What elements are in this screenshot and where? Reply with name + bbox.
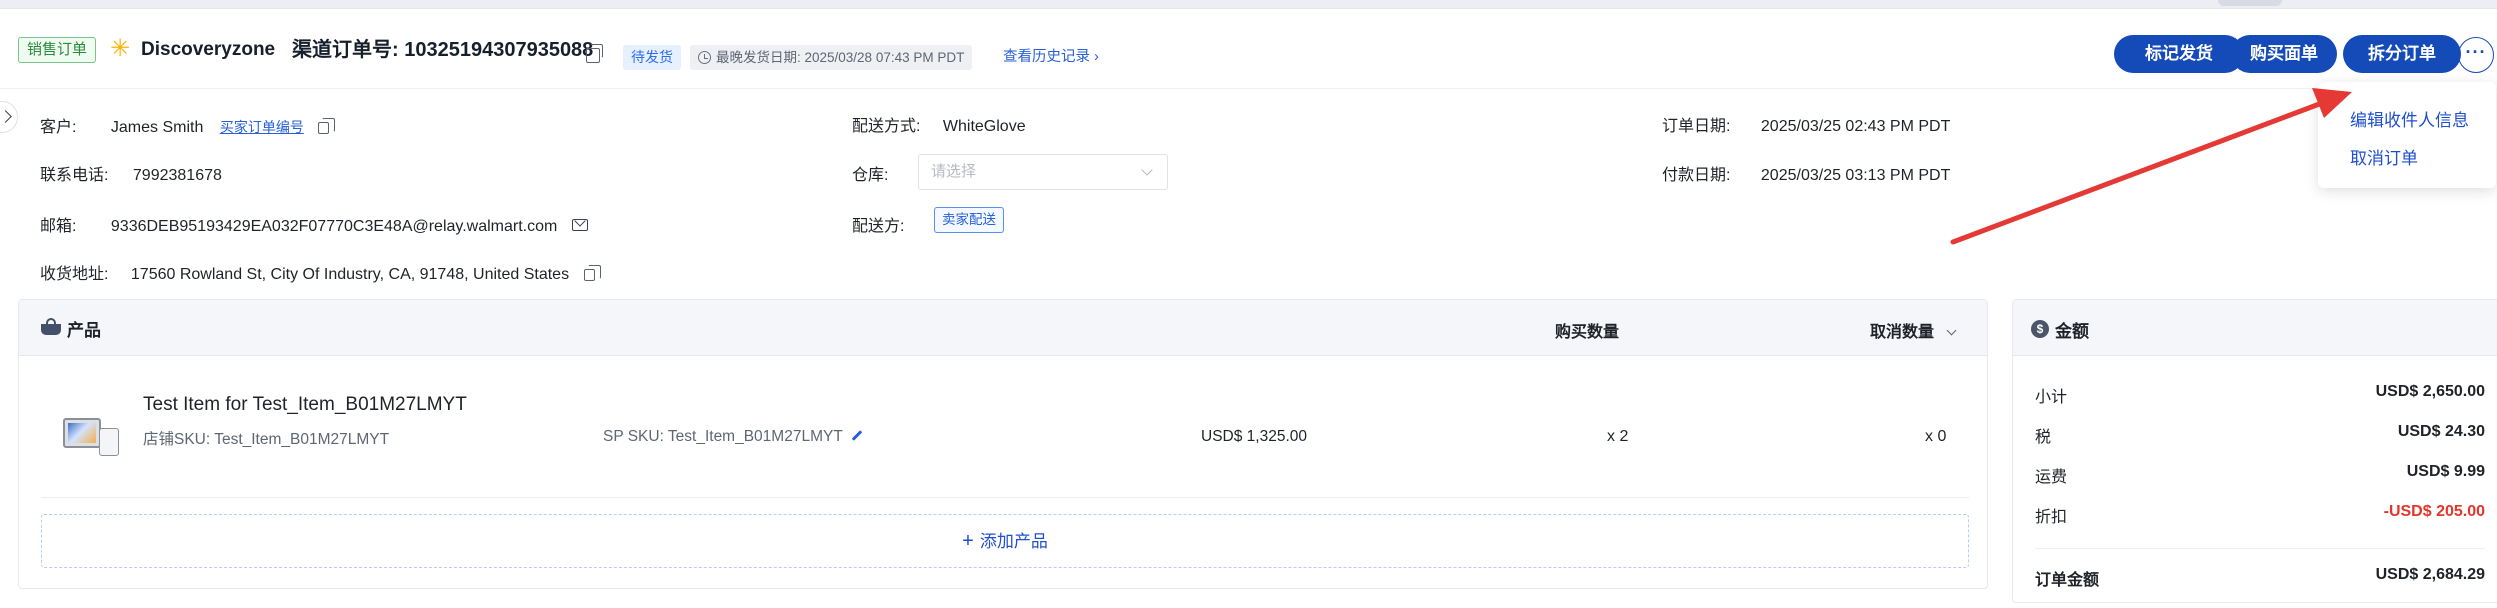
amount-header: $ 金额 (2013, 300, 2497, 356)
side-collapse-tab[interactable] (0, 101, 18, 133)
cancel-qty: x 0 (1925, 428, 1947, 445)
customer-value: James Smith (110, 119, 204, 136)
more-actions-menu: 编辑收件人信息 取消订单 (2318, 82, 2496, 188)
amount-card: $ 金额 小计 USD$ 2,650.00 税 USD$ 24.30 运费 US… (2012, 299, 2497, 603)
latest-ship-date: 最晚发货日期: 2025/03/28 07:43 PM PDT (690, 45, 973, 70)
latest-ship-date-text: 最晚发货日期: 2025/03/28 07:43 PM PDT (716, 50, 965, 65)
payment-date-row: 付款日期: 2025/03/25 03:13 PM PDT (1662, 165, 1950, 187)
top-strip-handle (2218, 0, 2282, 6)
payment-date-value: 2025/03/25 03:13 PM PDT (1760, 167, 1951, 184)
order-header: 销售订单 ✳ Discoveryzone 渠道订单号: 103251943079… (0, 9, 2497, 89)
delivery-method-label: 配送方式: (852, 118, 921, 135)
products-title: 产品 (67, 321, 101, 340)
phone-value: 7992381678 (132, 167, 222, 184)
more-actions-button[interactable]: ··· (2458, 37, 2494, 73)
delivery-method-row: 配送方式: WhiteGlove (852, 116, 1026, 138)
phone-row: 联系电话: 7992381678 (40, 165, 222, 187)
sp-sku-text: SP SKU: Test_Item_B01M27LMYT (603, 428, 843, 445)
discount-value: -USD$ 205.00 (2383, 503, 2485, 520)
order-detail-panel: 销售订单 ✳ Discoveryzone 渠道订单号: 103251943079… (0, 8, 2497, 608)
order-total-value: USD$ 2,684.29 (2375, 566, 2485, 583)
products-card: 产品 购买数量 取消数量 Test Item for Test_Item_B01… (18, 299, 1988, 589)
pencil-icon[interactable] (851, 430, 863, 441)
plus-icon: + (962, 530, 974, 552)
address-label: 收货地址: (40, 266, 109, 283)
order-date-label: 订单日期: (1662, 118, 1731, 135)
add-product-button[interactable]: + 添加产品 (41, 514, 1969, 568)
status-badge: 待发货 (623, 45, 681, 70)
address-value: 17560 Rowland St, City Of Industry, CA, … (130, 266, 570, 283)
shipper-tag: 卖家配送 (934, 207, 1004, 233)
delivery-method-value: WhiteGlove (942, 118, 1026, 135)
amount-title: 金额 (2055, 322, 2089, 341)
shipper-label: 配送方: (852, 218, 905, 235)
buy-qty-header: 购买数量 (1555, 324, 1620, 341)
store-name: Discoveryzone (141, 39, 276, 60)
payment-date-label: 付款日期: (1662, 167, 1731, 184)
cancel-qty-header[interactable]: 取消数量 (1870, 318, 1957, 342)
order-type-tag: 销售订单 (18, 37, 97, 63)
products-header: 产品 购买数量 取消数量 (19, 300, 1987, 356)
store-sku: 店铺SKU: Test_Item_B01M27LMYT (143, 431, 390, 448)
tax-label: 税 (2035, 429, 2052, 446)
tax-value: USD$ 24.30 (2397, 423, 2485, 440)
buy-label-button[interactable]: 购买面单 (2231, 35, 2337, 73)
mark-shipped-button[interactable]: 标记发货 (2114, 35, 2244, 73)
order-date-value: 2025/03/25 02:43 PM PDT (1760, 118, 1951, 135)
dollar-icon: $ (2031, 320, 2049, 338)
customer-label: 客户: (40, 119, 77, 136)
add-product-label: 添加产品 (979, 532, 1048, 551)
order-date-row: 订单日期: 2025/03/25 02:43 PM PDT (1662, 116, 1950, 138)
divider (2035, 548, 2485, 549)
email-row: 邮箱: 9336DEB95193429EA032F07770C3E48A@rel… (40, 216, 588, 238)
shipping-label: 运费 (2035, 469, 2068, 486)
warehouse-label: 仓库: (852, 167, 889, 184)
order-total-label: 订单金额 (2035, 572, 2100, 589)
email-value: 9336DEB95193429EA032F07770C3E48A@relay.w… (110, 218, 558, 235)
split-order-button[interactable]: 拆分订单 (2343, 35, 2461, 73)
mail-icon[interactable] (571, 219, 588, 231)
sp-sku: SP SKU: Test_Item_B01M27LMYT (603, 428, 863, 446)
copy-icon[interactable] (583, 264, 601, 281)
discount-label: 折扣 (2035, 509, 2068, 526)
subtotal-value: USD$ 2,650.00 (2375, 383, 2485, 400)
divider (41, 497, 1969, 498)
shipping-value: USD$ 9.99 (2406, 463, 2485, 480)
shipper-row: 配送方: (852, 216, 904, 238)
menu-item-cancel-order[interactable]: 取消订单 (2350, 144, 2418, 169)
clock-icon (698, 51, 711, 64)
channel-order-number: 渠道订单号: 10325194307935088 (292, 39, 594, 61)
chevron-down-icon (1946, 325, 1957, 336)
buy-qty: x 2 (1607, 428, 1629, 445)
cancel-qty-header-label: 取消数量 (1870, 324, 1935, 341)
copy-icon[interactable] (318, 117, 336, 134)
address-row: 收货地址: 17560 Rowland St, City Of Industry… (40, 264, 601, 286)
email-label: 邮箱: (40, 218, 77, 235)
warehouse-placeholder: 请选择 (931, 163, 977, 180)
customer-row: 客户: James Smith 买家订单编号 (40, 116, 336, 139)
menu-item-edit-recipient[interactable]: 编辑收件人信息 (2350, 106, 2469, 131)
product-thumbnail (59, 410, 125, 466)
subtotal-label: 小计 (2035, 389, 2068, 406)
warehouse-select[interactable]: 请选择 (918, 154, 1168, 190)
chevron-down-icon (1141, 164, 1153, 176)
buyer-order-link[interactable]: 买家订单编号 (220, 119, 304, 135)
history-link[interactable]: 查看历史记录 › (1003, 45, 1099, 70)
basket-icon (41, 318, 61, 336)
walmart-spark-icon: ✳ (109, 35, 131, 62)
product-name: Test Item for Test_Item_B01M27LMYT (143, 394, 467, 415)
warehouse-row: 仓库: (852, 165, 888, 187)
unit-price: USD$ 1,325.00 (1201, 428, 1307, 445)
copy-icon[interactable] (586, 44, 603, 63)
phone-label: 联系电话: (40, 167, 109, 184)
top-strip (0, 0, 2497, 8)
